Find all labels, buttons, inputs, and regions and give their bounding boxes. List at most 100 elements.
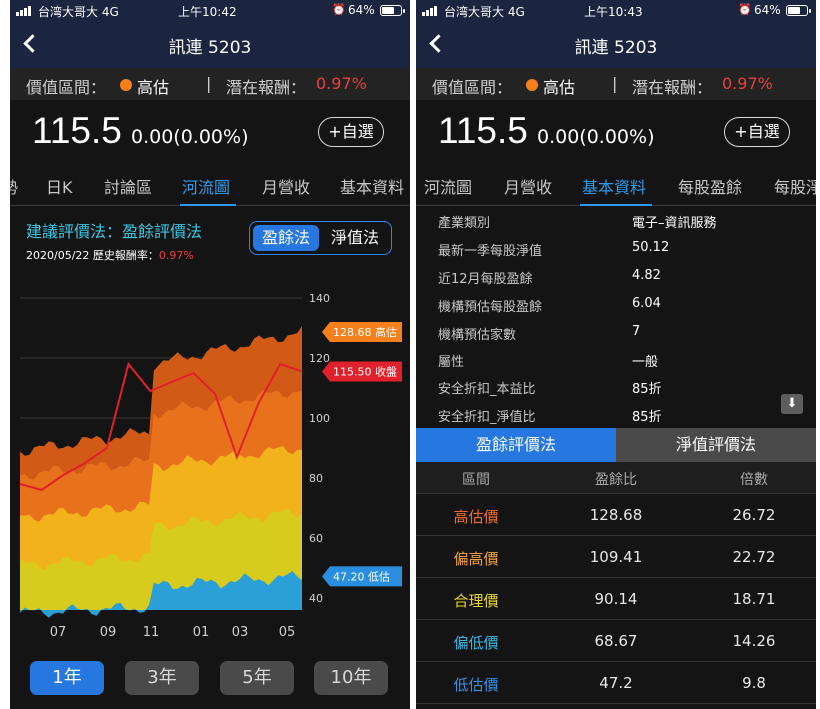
eps-method-button[interactable]: 盈餘法 [253, 225, 319, 251]
value-tag-label: 47.20 低估 [333, 570, 390, 583]
tab-river-chart[interactable]: 河流圖 [424, 174, 472, 198]
price-change: 0.00(0.00%) [131, 126, 249, 148]
potential-return-value: 0.97% [316, 74, 367, 93]
detail-row: 屬性 一般 [416, 345, 816, 373]
valuation-status: 高估 [137, 78, 170, 97]
detail-key: 產業類別 [438, 216, 491, 231]
detail-key: 近12月每股盈餘 [438, 272, 533, 287]
range-1y-button[interactable]: 1年 [30, 661, 104, 695]
tab-bvps[interactable]: 每股淨 [774, 174, 816, 198]
tab-trend[interactable]: 勢 [10, 174, 18, 198]
valuation-separator: | [206, 74, 212, 93]
x-tick-label: 11 [143, 625, 160, 640]
valuation-bar: 價值區間： 高估 | 潛在報酬： 0.97% [10, 68, 410, 100]
tab-river-chart[interactable]: 河流圖 [182, 174, 230, 198]
price-change: 0.00(0.00%) [537, 126, 655, 148]
detail-value: 4.82 [632, 268, 661, 283]
detail-key: 機構預估每股盈餘 [438, 300, 543, 315]
x-tick-label: 07 [50, 625, 67, 640]
detail-key: 安全折扣_淨值比 [438, 410, 536, 425]
x-tick-label: 03 [232, 625, 249, 640]
clock: 上午10:43 [584, 5, 643, 19]
history-date-label: 2020/05/22 歷史報酬率： [26, 249, 159, 262]
battery-percent: 64% [754, 3, 781, 17]
detail-row: 安全折扣_本益比 85折 [416, 372, 816, 400]
alarm-icon: ⏰ [332, 3, 346, 16]
tab-bar: 河流圖 月營收 基本資料 每股盈餘 每股淨 [416, 168, 816, 206]
history-return-value: 0.97% [158, 249, 194, 262]
add-watchlist-button[interactable]: +自選 [724, 117, 790, 147]
detail-row: 機構預估每股盈餘 6.04 [416, 290, 816, 318]
valuation-label: 價值區間： [432, 78, 513, 97]
carrier-label: 台湾大哥大 4G [38, 5, 119, 19]
detail-row: 產業類別 電子–資訊服務 [416, 206, 816, 234]
row-range-name: 偏高價 [453, 550, 499, 568]
active-tab-indicator [180, 204, 236, 206]
y-tick-label: 120 [309, 352, 330, 365]
detail-row: 近12月每股盈餘 4.82 [416, 262, 816, 290]
tab-daily-k[interactable]: 日K [46, 174, 73, 198]
tab-basic-info[interactable]: 基本資料 [582, 174, 646, 198]
row-eps-value: 68.67 [594, 632, 638, 650]
scroll-down-arrow-icon[interactable]: ⬇ [781, 394, 803, 414]
value-tag-label: 115.50 收盤 [333, 365, 397, 379]
detail-key: 屬性 [438, 355, 465, 370]
row-multiple-value: 14.26 [732, 632, 776, 650]
detail-value: 6.04 [632, 296, 661, 311]
valuation-status: 高估 [543, 78, 576, 97]
detail-key: 安全折扣_本益比 [438, 382, 536, 397]
row-range-name: 低估價 [453, 676, 499, 694]
status-dot-icon [526, 79, 538, 91]
x-tick-label: 05 [279, 625, 296, 640]
signal-icon [16, 6, 34, 16]
y-tick-label: 60 [309, 532, 323, 545]
status-dot-icon [120, 79, 132, 91]
clock: 上午10:42 [178, 5, 237, 19]
bookvalue-valuation-tab[interactable]: 淨值評價法 [616, 428, 816, 462]
x-tick-label: 01 [193, 625, 210, 640]
y-tick-label: 140 [309, 292, 330, 305]
tab-monthly-revenue[interactable]: 月營收 [504, 174, 552, 198]
potential-return-value: 0.97% [722, 74, 773, 93]
row-range-name: 高估價 [453, 508, 499, 526]
row-range-name: 合理價 [453, 592, 499, 610]
row-range-name: 偏低價 [453, 634, 499, 652]
bookvalue-method-button[interactable]: 淨值法 [322, 225, 388, 251]
row-multiple-value: 9.8 [742, 674, 766, 692]
tab-eps[interactable]: 每股盈餘 [678, 174, 742, 198]
col-range-header: 區間 [462, 472, 490, 488]
row-multiple-value: 22.72 [732, 548, 776, 566]
range-10y-button[interactable]: 10年 [314, 661, 388, 695]
left-phone-screen: 台湾大哥大 4G 上午10:42 ⏰ 64% 訊連 5203 價值區間： 高估 … [10, 0, 410, 709]
detail-value: 85折 [632, 410, 662, 425]
detail-value: 50.12 [632, 240, 670, 255]
table-row: 合理價 90.14 18.71 [416, 578, 816, 620]
eps-valuation-tab[interactable]: 盈餘評價法 [416, 428, 616, 462]
row-eps-value: 90.14 [594, 590, 638, 608]
range-3y-button[interactable]: 3年 [125, 661, 199, 695]
detail-row: 最新一季每股淨值 50.12 [416, 234, 816, 262]
tab-discussion[interactable]: 討論區 [104, 174, 152, 198]
x-tick-label: 09 [100, 625, 117, 640]
battery-percent: 64% [348, 3, 375, 17]
add-watchlist-button[interactable]: +自選 [318, 117, 384, 147]
range-5y-button[interactable]: 5年 [220, 661, 294, 695]
detail-value: 7 [632, 324, 641, 339]
price: 115.5 [438, 110, 528, 151]
col-multiple-header: 倍數 [740, 472, 768, 488]
table-row: 低估價 47.2 9.8 [416, 662, 816, 704]
col-eps-header: 盈餘比 [595, 472, 637, 488]
table-row: 偏低價 68.67 14.26 [416, 620, 816, 662]
battery-icon [380, 5, 405, 16]
carrier-label: 台湾大哥大 4G [444, 5, 525, 19]
row-multiple-value: 18.71 [732, 590, 776, 608]
app-header: 台湾大哥大 4G 上午10:43 ⏰ 64% 訊連 5203 [416, 0, 816, 68]
table-row: 高估價 128.68 26.72 [416, 494, 816, 536]
detail-key: 機構預估家數 [438, 328, 517, 343]
battery-icon [786, 5, 811, 16]
tab-basic-info[interactable]: 基本資料 [340, 174, 404, 198]
page-title: 訊連 5203 [574, 38, 658, 58]
detail-row: 安全折扣_淨值比 85折 [416, 400, 816, 428]
detail-value: 電子–資訊服務 [632, 216, 717, 231]
tab-monthly-revenue[interactable]: 月營收 [262, 174, 310, 198]
